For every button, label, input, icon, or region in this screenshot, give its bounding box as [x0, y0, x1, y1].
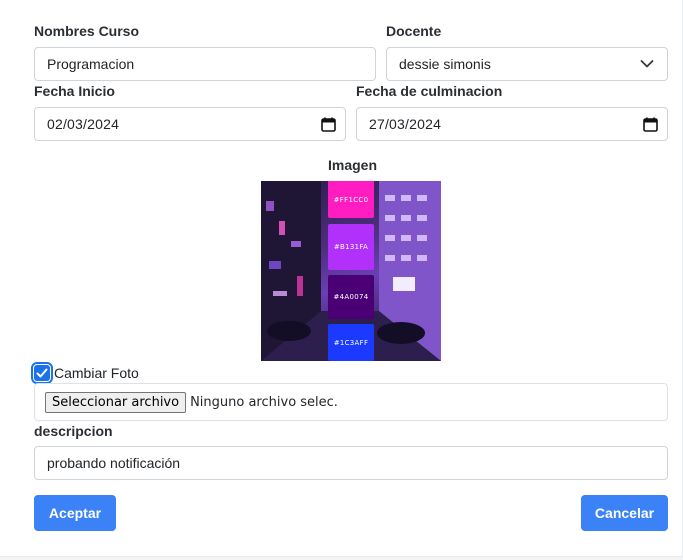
accept-button[interactable]: Aceptar	[34, 495, 116, 531]
end-date-label: Fecha de culminacion	[356, 83, 503, 99]
image-label: Imagen	[328, 157, 378, 173]
color-swatch: #FF1CC0	[328, 181, 374, 218]
color-swatch: #B131FA	[328, 224, 374, 270]
start-date-value: 02/03/2024	[47, 116, 120, 132]
photo-file-input[interactable]: Seleccionar archivo Ninguno archivo sele…	[34, 383, 668, 421]
start-date-label: Fecha Inicio	[34, 83, 115, 99]
select-file-button[interactable]: Seleccionar archivo	[45, 391, 187, 413]
description-input[interactable]: probando notificación	[34, 446, 668, 480]
teacher-label: Docente	[386, 23, 442, 39]
end-date-input[interactable]: 27/03/2024	[356, 107, 668, 141]
color-swatch: #1C3AFF	[328, 324, 374, 361]
color-swatch: #4A0074	[328, 275, 374, 319]
course-name-input[interactable]: Programacion	[34, 47, 376, 81]
end-date-value: 27/03/2024	[369, 116, 442, 132]
start-date-input[interactable]: 02/03/2024	[34, 107, 346, 141]
teacher-selected-value: dessie simonis	[399, 56, 491, 72]
chevron-down-icon	[640, 60, 654, 68]
change-photo-checkbox[interactable]	[31, 362, 53, 384]
description-label: descripcion	[34, 423, 113, 439]
color-swatch-label: #1C3AFF	[333, 338, 369, 347]
calendar-icon[interactable]	[321, 117, 336, 132]
color-swatch-stack: #FF1CC0 #B131FA #4A0074 #1C3AFF	[328, 181, 374, 361]
checkmark-icon	[36, 368, 48, 378]
change-photo-label: Cambiar Foto	[54, 365, 139, 381]
color-swatch-label: #4A0074	[333, 293, 369, 301]
color-swatch-label: #FF1CC0	[333, 195, 369, 204]
calendar-icon[interactable]	[643, 117, 658, 132]
teacher-select[interactable]: dessie simonis	[386, 47, 668, 81]
course-name-value: Programacion	[47, 56, 135, 72]
description-value: probando notificación	[47, 455, 181, 471]
color-swatch-label: #B131FA	[333, 243, 369, 251]
course-name-label: Nombres Curso	[34, 23, 140, 39]
course-image-preview: #FF1CC0 #B131FA #4A0074 #1C3AFF	[261, 181, 441, 361]
cancel-button[interactable]: Cancelar	[581, 495, 668, 531]
course-edit-form: Nombres Curso Programacion Docente dessi…	[0, 0, 683, 557]
file-status-text: Ninguno archivo selec.	[190, 394, 338, 410]
